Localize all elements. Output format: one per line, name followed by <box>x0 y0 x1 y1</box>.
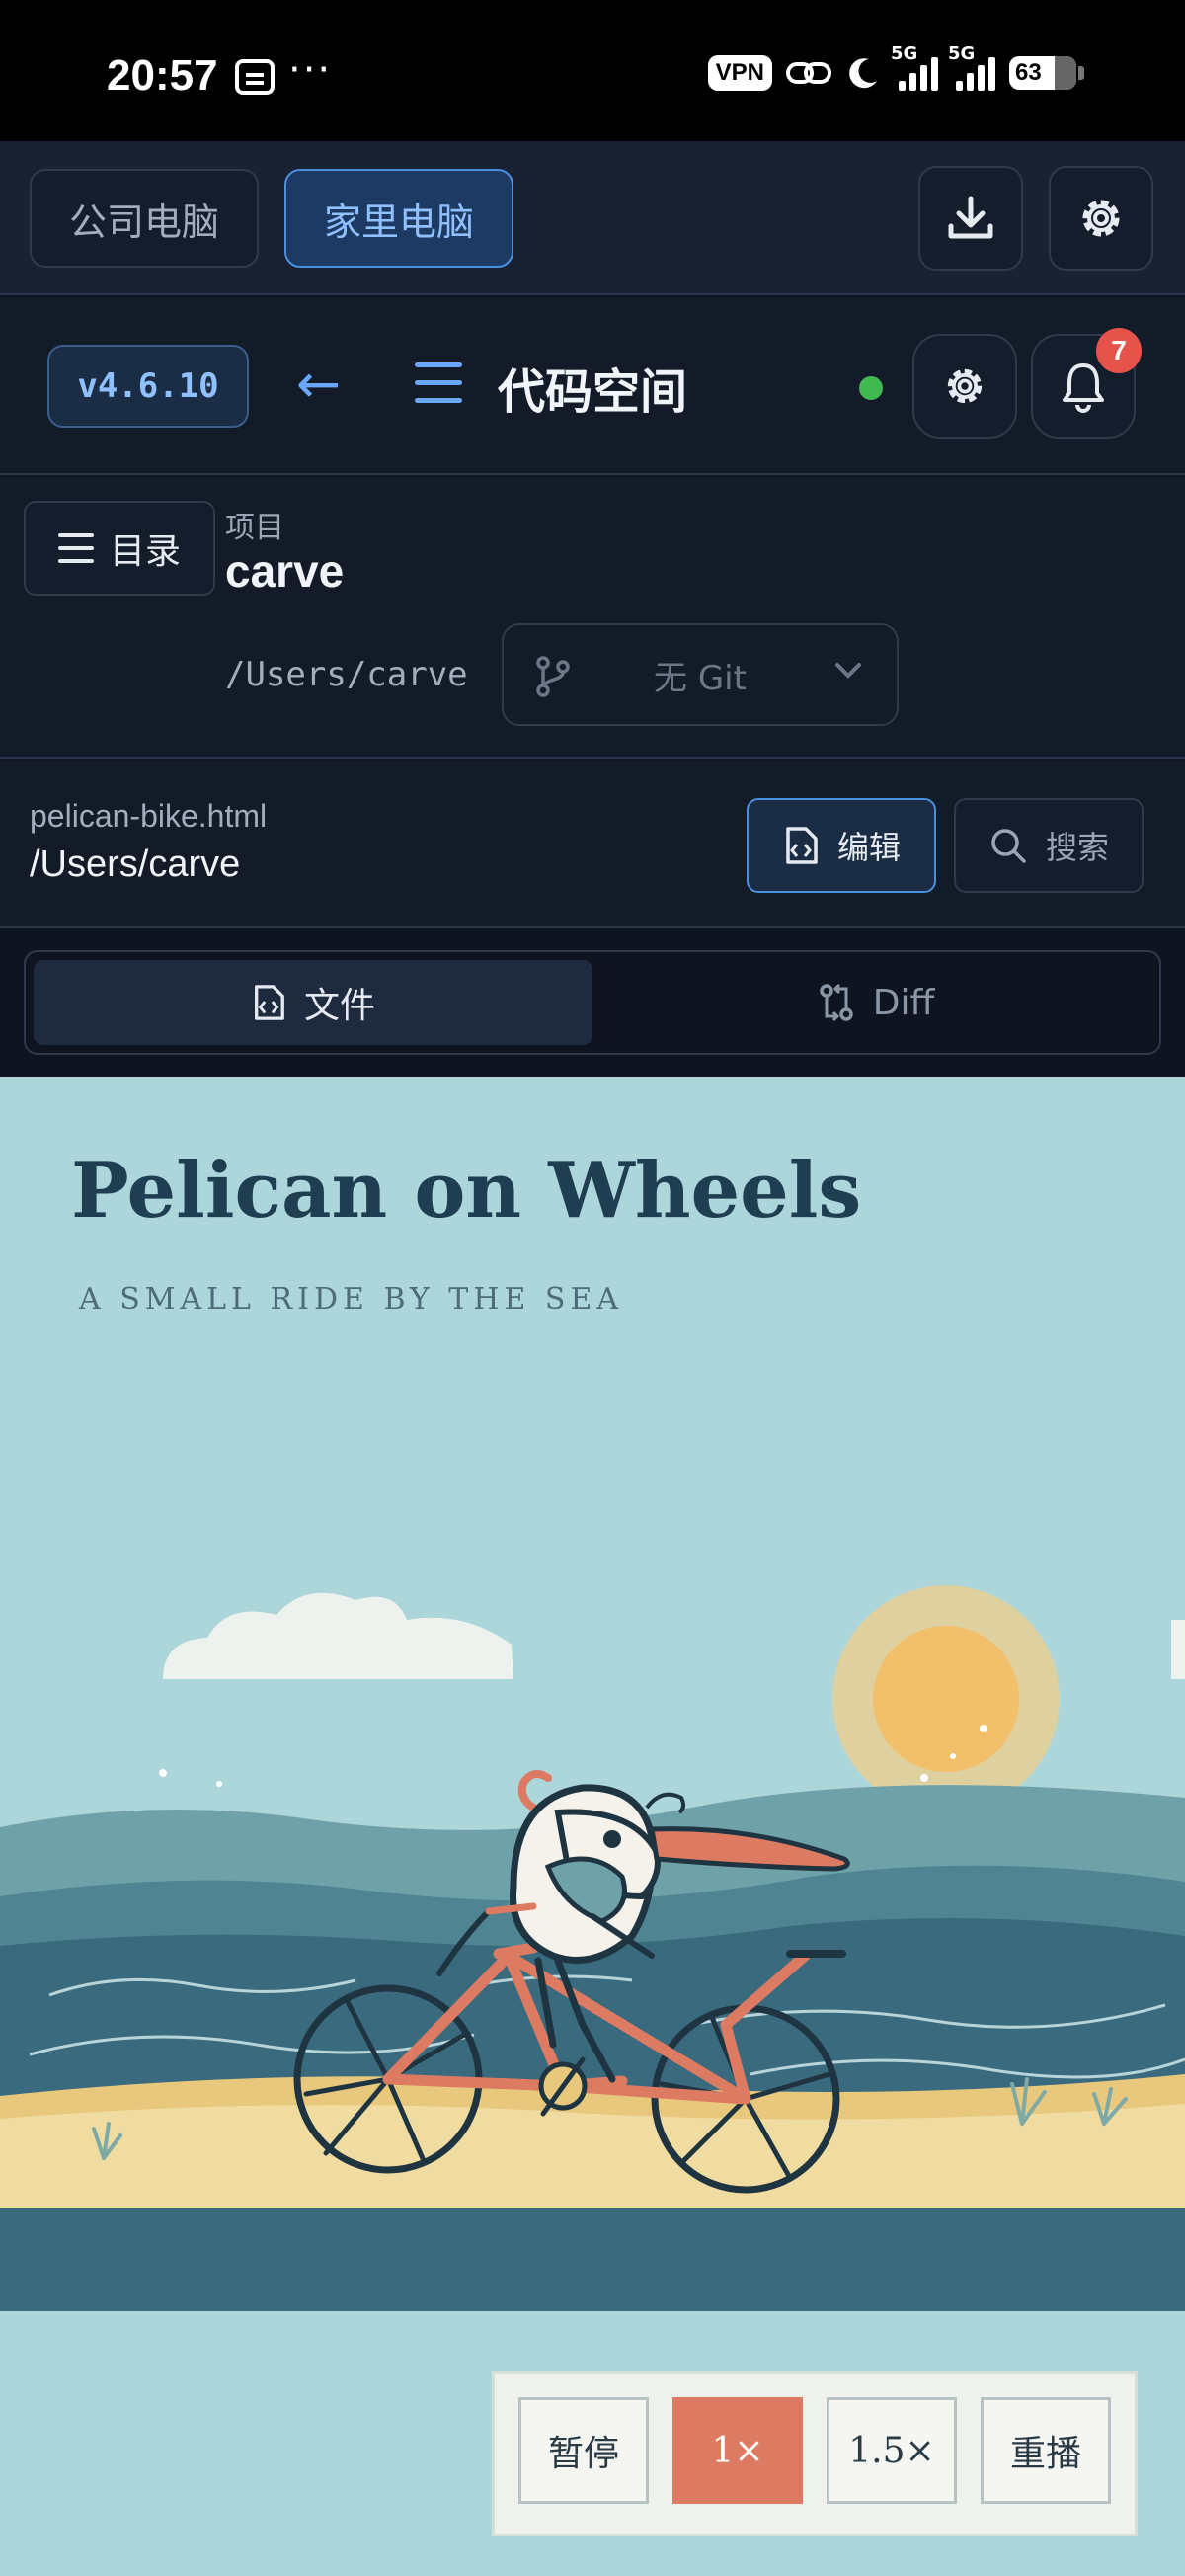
view-switcher: 文件 Diff <box>24 950 1161 1055</box>
search-button[interactable]: 搜索 <box>954 798 1144 893</box>
git-status-label: 无 Git <box>654 658 747 698</box>
connection-status-dot <box>859 376 883 400</box>
moon-icon <box>849 58 877 89</box>
playback-controls: 暂停 1× 1.5× 重播 <box>492 2371 1138 2536</box>
tab-office-computer[interactable]: 公司电脑 <box>30 169 259 268</box>
gear-icon <box>1082 200 1120 237</box>
edit-button[interactable]: 编辑 <box>747 798 936 893</box>
speed-1x-button[interactable]: 1× <box>672 2397 803 2504</box>
toc-label: 目录 <box>109 531 181 572</box>
search-icon <box>991 829 1026 863</box>
signal-icon: 5G <box>948 43 995 91</box>
status-bar: 20:57 ··· VPN 5G 5G 63 <box>0 0 1185 141</box>
download-button[interactable] <box>918 166 1023 271</box>
code-file-icon <box>786 827 818 864</box>
link-icon <box>786 62 831 84</box>
status-time: 20:57 <box>107 51 218 100</box>
tab-file-label: 文件 <box>303 986 375 1026</box>
page-title: 代码空间 <box>498 364 688 420</box>
notifications-button[interactable]: 7 <box>1031 328 1142 439</box>
notification-count-badge: 7 <box>1096 328 1142 373</box>
workspace-settings-button[interactable] <box>912 334 1017 439</box>
message-icon <box>235 59 275 95</box>
preview-subtitle: A SMALL RIDE BY THE SEA <box>79 1282 624 1317</box>
tab-home-computer[interactable]: 家里电脑 <box>284 169 514 268</box>
project-label: 项目 <box>225 511 284 545</box>
back-arrow-icon[interactable]: ← <box>296 353 341 415</box>
diff-icon <box>819 983 853 1022</box>
replay-button[interactable]: 重播 <box>981 2397 1111 2504</box>
git-branch-select[interactable]: 无 Git <box>502 623 899 726</box>
signal-icon: 5G <box>891 43 938 91</box>
speed-1-5x-button[interactable]: 1.5× <box>827 2397 957 2504</box>
edit-label: 编辑 <box>836 829 901 866</box>
git-branch-icon <box>536 656 570 697</box>
project-panel: 目录 项目 carve /Users/carve 无 Git <box>0 477 1185 759</box>
list-icon <box>57 533 94 563</box>
file-bar: pelican-bike.html /Users/carve 编辑 搜索 <box>0 761 1185 928</box>
code-file-icon <box>255 985 284 1020</box>
menu-icon[interactable] <box>415 362 462 410</box>
settings-button[interactable] <box>1049 166 1153 271</box>
machine-switcher: 公司电脑 家里电脑 <box>0 141 1185 295</box>
html-preview: Pelican on Wheels A SMALL RIDE BY THE SE… <box>0 1077 1185 2576</box>
chevron-down-icon <box>835 663 861 679</box>
file-name: pelican-bike.html <box>30 798 268 834</box>
tab-diff[interactable]: Diff <box>596 960 1155 1045</box>
tab-file[interactable]: 文件 <box>34 960 592 1045</box>
workspace-header: v4.6.10 ← 代码空间 7 <box>0 297 1185 475</box>
toc-button[interactable]: 目录 <box>24 501 215 596</box>
preview-title: Pelican on Wheels <box>71 1146 862 1236</box>
project-name: carve <box>225 545 345 597</box>
pause-button[interactable]: 暂停 <box>518 2397 649 2504</box>
battery-icon: 63 <box>1009 56 1084 90</box>
bell-icon <box>1063 363 1104 413</box>
gear-icon <box>947 368 983 404</box>
project-path: /Users/carve <box>225 655 468 694</box>
tab-diff-label: Diff <box>872 982 935 1023</box>
more-notifications-icon: ··· <box>288 47 333 93</box>
file-path: /Users/carve <box>30 844 241 885</box>
vpn-icon: VPN <box>707 55 772 91</box>
download-icon <box>948 196 993 239</box>
search-label: 搜索 <box>1045 829 1109 866</box>
version-badge[interactable]: v4.6.10 <box>47 345 249 428</box>
pelican-bike-illustration <box>0 1585 1185 2311</box>
